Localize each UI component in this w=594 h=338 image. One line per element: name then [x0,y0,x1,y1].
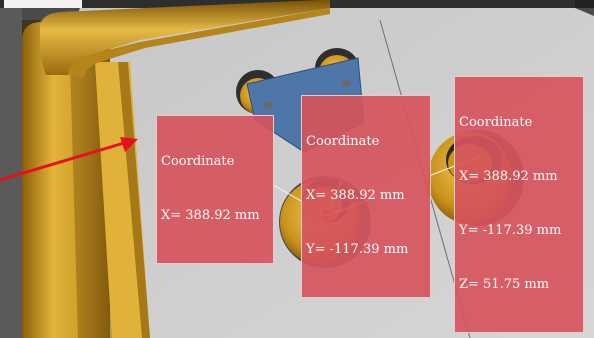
coordinate-annotation-3[interactable]: Coordinate X= 388.92 mm Y= -117.39 mm Z=… [454,76,584,333]
coordinate-annotation-2[interactable]: Coordinate X= 388.92 mm Y= -117.39 mm [301,95,431,298]
annotation-3-x: X= 388.92 mm [459,169,558,184]
blue-part-hole-2 [342,79,350,87]
annotation-3-y: Y= -117.39 mm [459,223,562,238]
toolbar-tab [4,0,82,8]
blue-part-hole-1 [264,101,272,109]
annotation-1-title: Coordinate [161,154,235,169]
cad-3d-viewport[interactable]: Coordinate X= 388.92 mm Coordinate X= 38… [0,0,594,338]
coordinate-annotation-1[interactable]: Coordinate X= 388.92 mm [156,115,274,264]
annotation-3-title: Coordinate [459,115,533,130]
toolbar-corner [575,0,594,8]
annotation-2-x: X= 388.92 mm [306,188,405,203]
annotation-1-x: X= 388.92 mm [161,208,260,223]
annotation-2-title: Coordinate [306,134,380,149]
left-strip [0,0,22,338]
annotation-3-z: Z= 51.75 mm [459,277,550,292]
annotation-2-y: Y= -117.39 mm [306,242,409,257]
